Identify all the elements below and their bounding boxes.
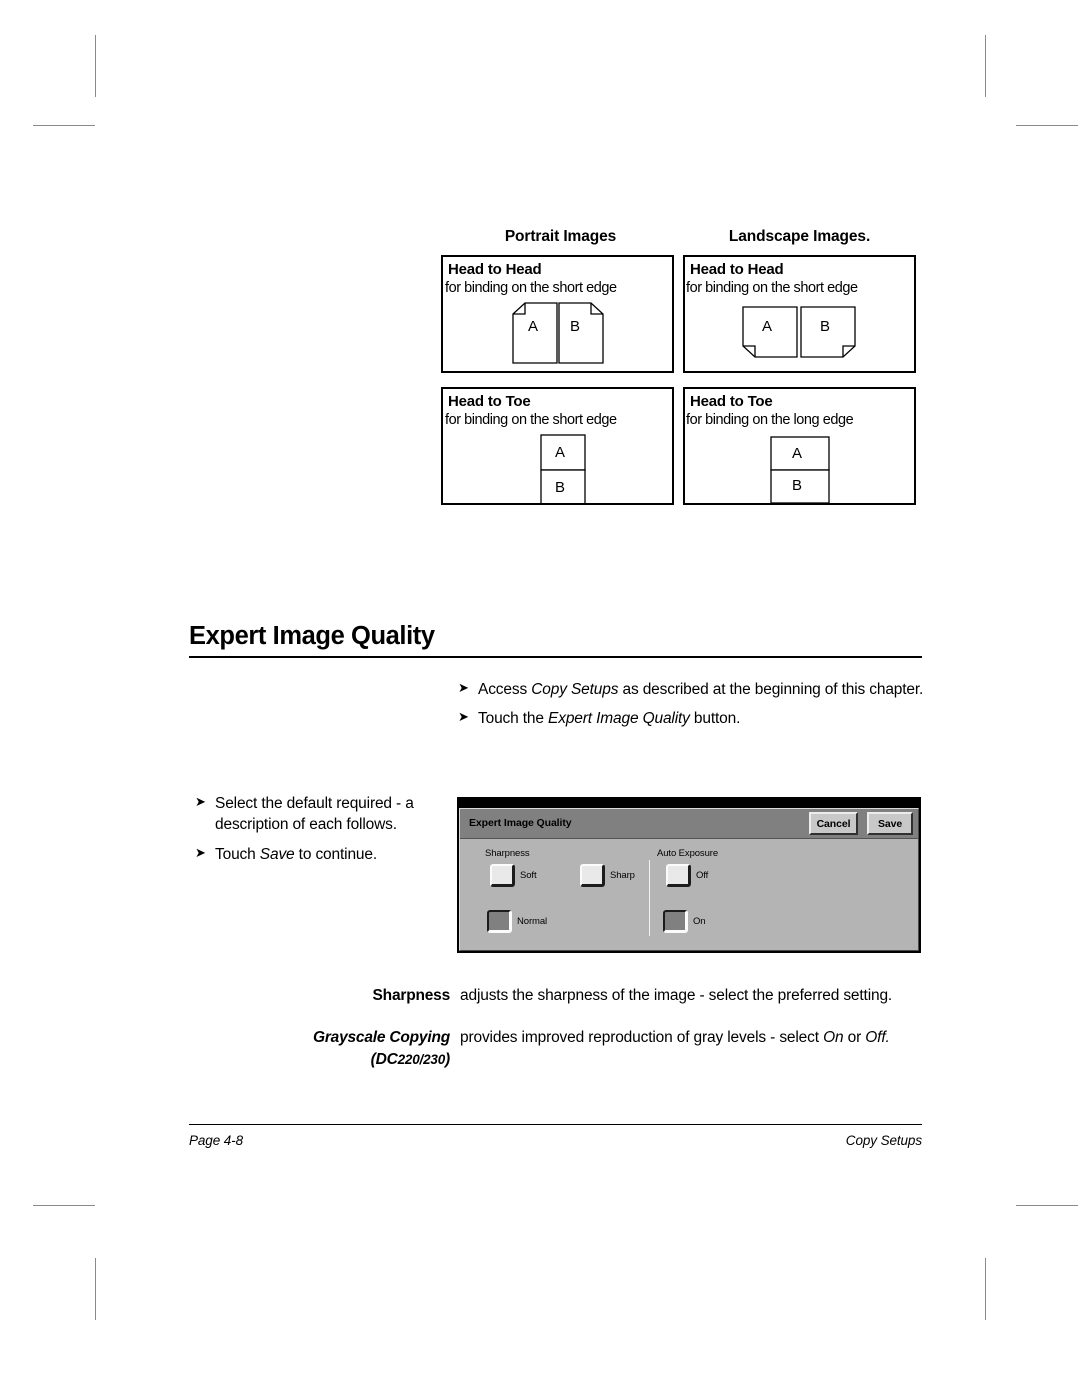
svg-text:A: A — [528, 318, 538, 335]
option-label: Soft — [520, 870, 537, 881]
auto-exposure-group-label: Auto Exposure — [657, 848, 719, 859]
definition-term-model: (DC220/230) — [370, 1051, 451, 1068]
diagram-subtitle: for binding on the short edge — [445, 412, 617, 428]
diagram-subtitle: for binding on the short edge — [445, 280, 617, 296]
arrow-bullet-icon: ➤ — [458, 709, 469, 725]
copier-ui-panel: Expert Image Quality Cancel Save Sharpne… — [459, 808, 919, 951]
diagram-title: Head to Head — [448, 261, 542, 278]
sharpness-option-soft[interactable]: Soft — [490, 864, 537, 887]
diagram-column-headers: Portrait Images Landscape Images. — [441, 228, 919, 246]
diagram-box-portrait-head-to-toe: Head to Toe for binding on the short edg… — [441, 387, 674, 505]
copier-ui-titlebar: Expert Image Quality Cancel Save — [460, 809, 918, 839]
definition-list: Sharpness adjusts the sharpness of the i… — [189, 985, 922, 1091]
section-heading-block: Expert Image Quality — [189, 622, 922, 659]
toggle-swatch-icon[interactable] — [666, 864, 691, 887]
diagram-title: Head to Head — [690, 261, 784, 278]
arrow-bullet-icon: ➤ — [195, 794, 206, 809]
diagram-title: Head to Toe — [690, 393, 773, 410]
option-label: On — [693, 916, 706, 927]
svg-text:B: B — [792, 477, 802, 494]
group-divider — [649, 860, 650, 936]
cancel-button[interactable]: Cancel — [809, 812, 858, 835]
sharpness-option-sharp[interactable]: Sharp — [580, 864, 635, 887]
list-item: ➤ Touch Save to continue. — [195, 844, 445, 865]
page-canvas: Portrait Images Landscape Images. Head t… — [0, 0, 1080, 1397]
copier-ui-screenshot: Expert Image Quality Cancel Save Sharpne… — [457, 797, 921, 953]
column-header-portrait: Portrait Images — [504, 228, 617, 245]
arrow-bullet-icon: ➤ — [195, 844, 206, 860]
toggle-swatch-icon[interactable] — [487, 910, 512, 933]
list-item: ➤ Select the default required - a descri… — [195, 793, 445, 836]
auto-exposure-option-off[interactable]: Off — [666, 864, 708, 887]
auto-exposure-option-on[interactable]: On — [663, 910, 706, 933]
definition-term-main: Grayscale Copying — [312, 1029, 450, 1046]
svg-text:A: A — [792, 445, 802, 462]
page-title: Expert Image Quality — [189, 622, 435, 650]
diagram-row-head-to-toe: Head to Toe for binding on the short edg… — [441, 387, 919, 505]
diagram-art-landscape-head-to-toe: A B — [685, 433, 914, 503]
footer-section-name: Copy Setups — [845, 1133, 922, 1148]
sharpness-group-label: Sharpness — [485, 848, 530, 859]
svg-text:B: B — [820, 318, 830, 335]
diagram-art-portrait-head-to-toe: A B — [443, 433, 672, 503]
toggle-swatch-icon[interactable] — [580, 864, 605, 887]
diagram-box-portrait-head-to-head: Head to Head for binding on the short ed… — [441, 255, 674, 373]
diagram-subtitle: for binding on the long edge — [686, 412, 854, 428]
step-text: Select the default required - a descript… — [215, 795, 414, 834]
option-label: Normal — [517, 916, 548, 927]
footer-rule — [189, 1124, 922, 1125]
definition-term: Sharpness — [372, 987, 451, 1004]
option-label: Sharp — [610, 870, 635, 881]
diagram-art-landscape-head-to-head: A B — [685, 301, 914, 371]
svg-text:B: B — [555, 479, 565, 496]
arrow-bullet-icon: ➤ — [458, 680, 469, 695]
svg-text:A: A — [555, 444, 565, 461]
steps-list-top: ➤ Access Copy Setups as described at the… — [458, 679, 928, 738]
diagram-row-head-to-head: Head to Head for binding on the short ed… — [441, 255, 919, 373]
diagram-box-landscape-head-to-head: Head to Head for binding on the short ed… — [683, 255, 916, 373]
footer-page-number: Page 4-8 — [189, 1133, 243, 1148]
binding-diagram-figure: Portrait Images Landscape Images. Head t… — [441, 228, 919, 505]
save-button[interactable]: Save — [867, 812, 913, 835]
definition-description: provides improved reproduction of gray l… — [460, 1029, 890, 1046]
list-item: ➤ Touch the Expert Image Quality button. — [458, 708, 928, 729]
steps-list-left: ➤ Select the default required - a descri… — [195, 793, 445, 873]
svg-text:B: B — [570, 318, 580, 335]
list-item: ➤ Access Copy Setups as described at the… — [458, 679, 928, 700]
toggle-swatch-icon[interactable] — [490, 864, 515, 887]
diagram-art-portrait-head-to-head: A B — [443, 301, 672, 371]
sharpness-option-normal[interactable]: Normal — [487, 910, 547, 933]
diagram-box-landscape-head-to-toe: Head to Toe for binding on the long edge… — [683, 387, 916, 505]
step-text: Access Copy Setups as described at the b… — [478, 681, 924, 698]
copier-ui-title: Expert Image Quality — [469, 817, 572, 829]
definition-term: Grayscale Copying (DC220/230) — [189, 1027, 460, 1071]
diagram-title: Head to Toe — [448, 393, 531, 410]
definition-description: adjusts the sharpness of the image - sel… — [460, 987, 893, 1004]
copier-ui-body: Sharpness Auto Exposure Soft Sharp Norma… — [460, 840, 918, 950]
page-footer: Page 4-8 Copy Setups — [189, 1124, 922, 1148]
definition-sharpness: Sharpness adjusts the sharpness of the i… — [189, 985, 922, 1007]
diagram-subtitle: for binding on the short edge — [686, 280, 858, 296]
svg-text:A: A — [762, 318, 772, 335]
column-header-landscape: Landscape Images. — [728, 228, 871, 245]
step-text: Touch Save to continue. — [215, 845, 378, 863]
heading-rule — [189, 656, 922, 659]
option-label: Off — [696, 870, 709, 881]
step-text: Touch the Expert Image Quality button. — [478, 710, 741, 728]
definition-grayscale-copying: Grayscale Copying (DC220/230) provides i… — [189, 1027, 922, 1071]
toggle-swatch-icon[interactable] — [663, 910, 688, 933]
